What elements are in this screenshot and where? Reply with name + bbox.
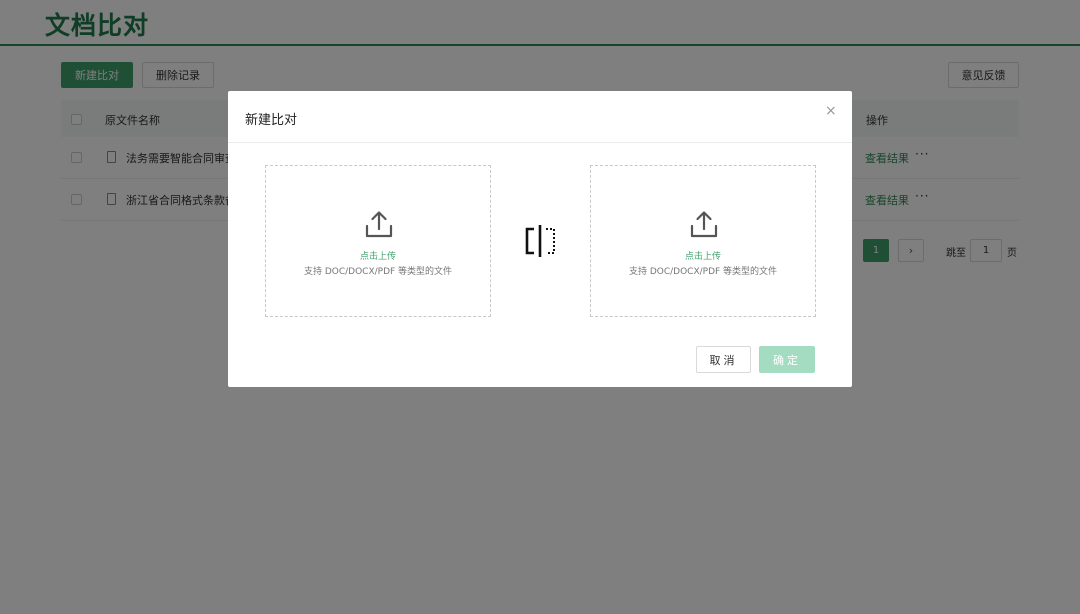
- upload-hint: 支持 DOC/DOCX/PDF 等类型的文件: [303, 267, 453, 277]
- right-upload-area[interactable]: 点击上传 支持 DOC/DOCX/PDF 等类型的文件: [590, 165, 816, 317]
- close-icon[interactable]: ×: [825, 104, 837, 118]
- dialog-title: 新建比对: [245, 113, 298, 128]
- confirm-button[interactable]: 确定: [759, 346, 815, 373]
- compare-icon: [525, 225, 555, 257]
- upload-link[interactable]: 点击上传: [591, 249, 815, 262]
- upload-hint: 支持 DOC/DOCX/PDF 等类型的文件: [628, 267, 778, 277]
- left-upload-area[interactable]: 点击上传 支持 DOC/DOCX/PDF 等类型的文件: [265, 165, 491, 317]
- new-compare-dialog: 新建比对 × 点击上传 支持 DOC/DOCX/PDF 等类型的文件 点击上传 …: [228, 91, 852, 387]
- upload-icon: [690, 211, 718, 238]
- cancel-button[interactable]: 取消: [696, 346, 751, 373]
- upload-link[interactable]: 点击上传: [266, 249, 490, 262]
- dialog-divider: [228, 142, 852, 143]
- upload-icon: [365, 211, 393, 238]
